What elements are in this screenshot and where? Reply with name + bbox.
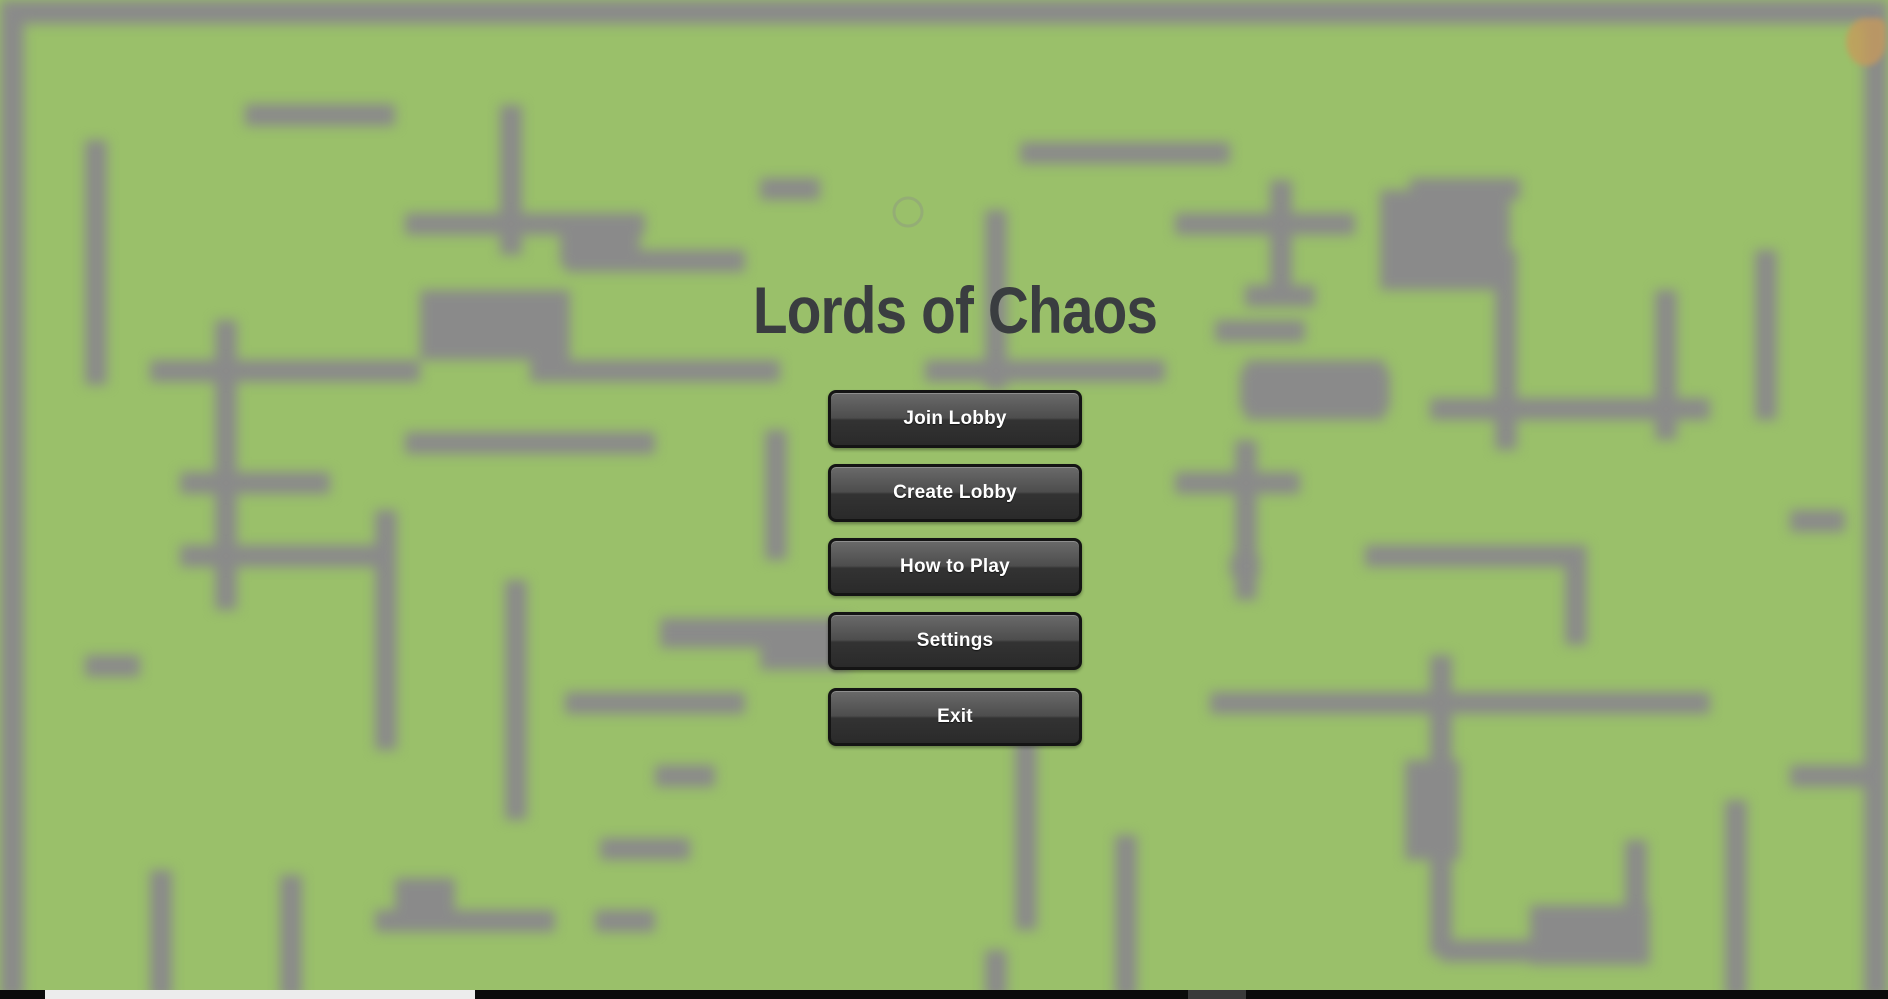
how-to-play-button[interactable]: How to Play — [828, 538, 1082, 596]
join-lobby-label: Join Lobby — [903, 408, 1007, 429]
how-to-play-label: How to Play — [900, 556, 1010, 577]
settings-label: Settings — [916, 630, 994, 651]
settings-button[interactable]: Settings — [828, 612, 1082, 670]
exit-label: Exit — [937, 706, 973, 727]
main-menu-screen: Lords of Chaos Join Lobby Create Lobby H… — [0, 0, 1888, 999]
game-title: Lords of Chaos — [752, 273, 1158, 347]
create-lobby-button[interactable]: Create Lobby — [828, 464, 1082, 522]
taskbar — [0, 990, 1888, 999]
exit-button[interactable]: Exit — [828, 688, 1082, 746]
create-lobby-label: Create Lobby — [893, 482, 1017, 503]
join-lobby-button[interactable]: Join Lobby — [828, 390, 1082, 448]
taskbar-active-window[interactable] — [45, 990, 475, 999]
taskbar-app-item[interactable] — [1188, 990, 1246, 999]
player-avatar-icon — [1846, 18, 1886, 66]
target-marker — [892, 196, 924, 228]
